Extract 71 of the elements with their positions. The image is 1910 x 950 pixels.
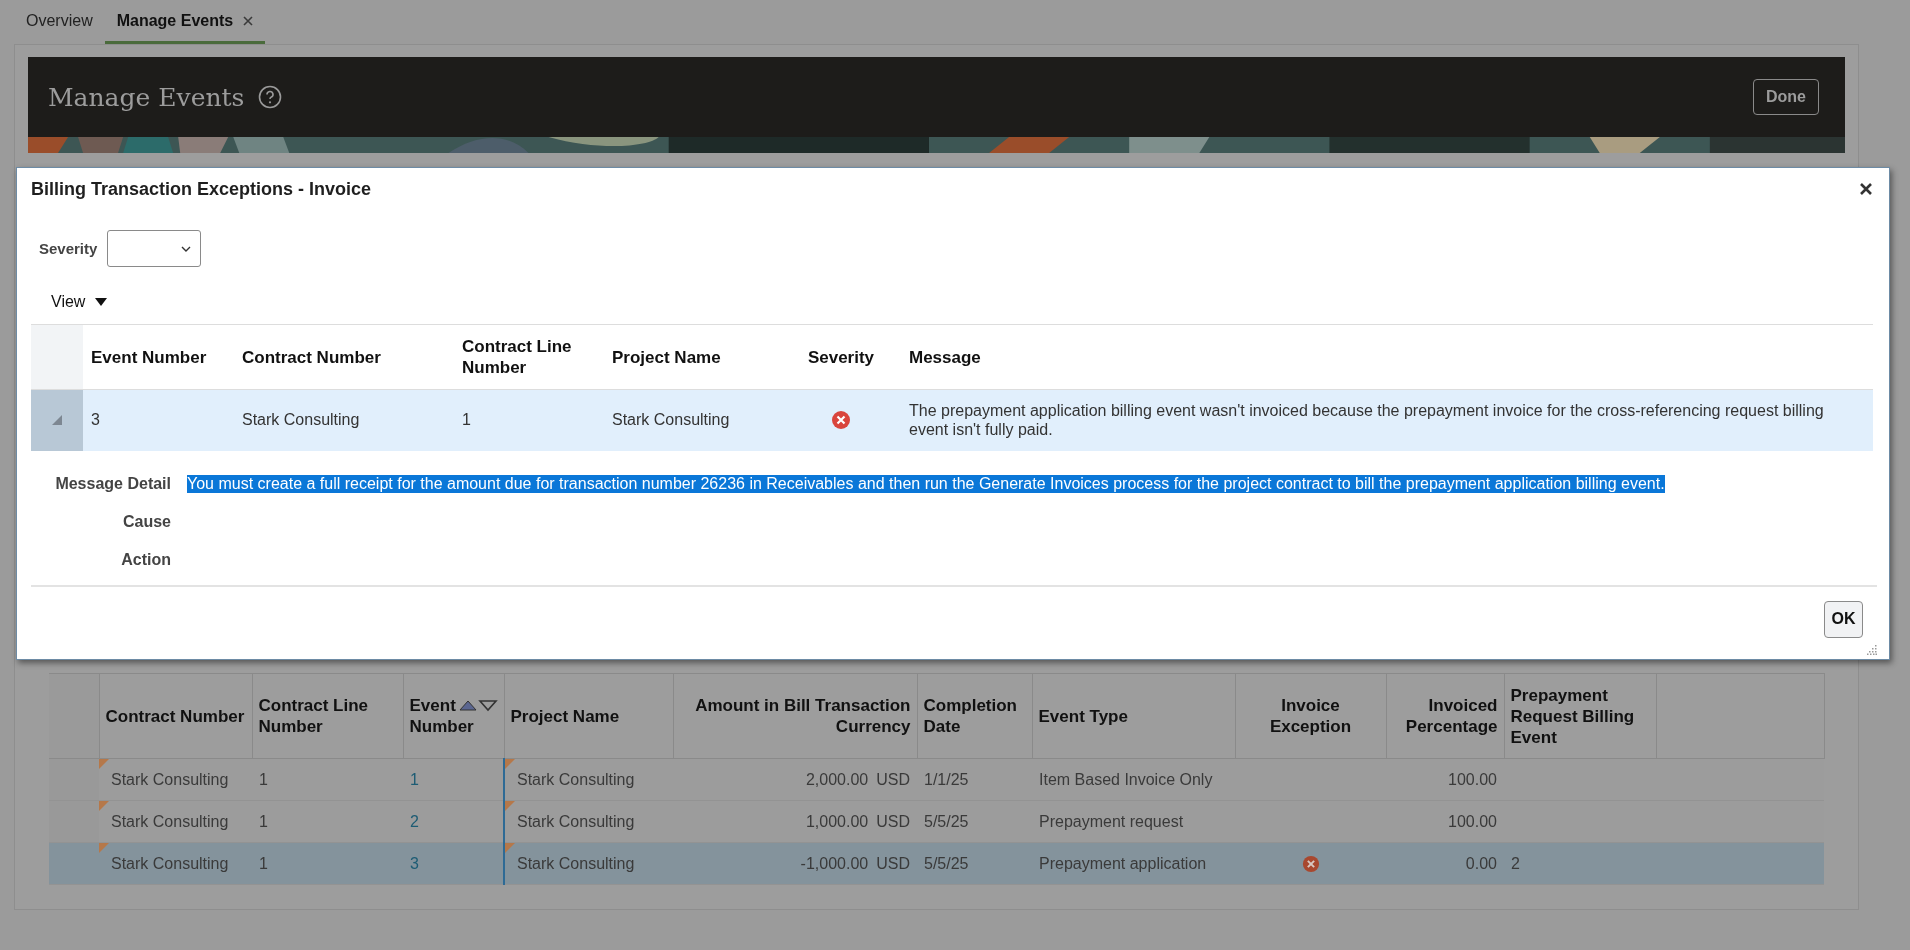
table-cell: Stark Consulting <box>234 389 454 451</box>
field-label: Message Detail <box>54 474 172 493</box>
table-cell: 2 <box>1504 842 1656 885</box>
column-header[interactable]: Invoice Exception <box>1235 673 1386 759</box>
field-label: Severity <box>39 240 98 257</box>
table-cell: 1 <box>252 758 403 801</box>
column-header[interactable]: Event Number <box>83 324 234 390</box>
currency-code: USD <box>876 854 910 872</box>
table-cell: Stark Consulting <box>99 758 252 801</box>
table-cell: Prepayment request <box>1032 800 1235 843</box>
column-header[interactable]: Prepayment Request Billing Event <box>1504 673 1656 759</box>
table-cell: Stark Consulting <box>99 800 252 843</box>
amount-value: 2,000.00 <box>805 770 869 788</box>
help-icon[interactable] <box>258 85 283 109</box>
amount-value: -1,000.00 <box>800 854 869 872</box>
currency-code: USD <box>876 770 910 788</box>
table-cell: Stark Consulting <box>99 842 252 885</box>
table-cell: Item Based Invoice Only <box>1032 758 1235 801</box>
column-header[interactable]: Contract Line Number <box>454 324 604 390</box>
column-header[interactable]: Event Type <box>1032 673 1235 759</box>
field-value: You must create a full receipt for the amount due for transaction number 26236 in Receivables and then run the Generate Invoices process for the project contract to bill the prepayment application billing event. <box>187 474 1665 493</box>
corner-flag-icon <box>505 759 515 769</box>
corner-flag-icon <box>99 801 109 811</box>
close-icon[interactable] <box>1859 182 1873 196</box>
table-cell: 3 <box>83 389 234 451</box>
table-cell: 1 <box>252 800 403 843</box>
table-cell: 0.00 <box>1386 842 1504 885</box>
column-header[interactable]: Project Name <box>604 324 781 390</box>
table-cell: 5/5/25 <box>917 800 1032 843</box>
table-cell: 1 <box>454 389 604 451</box>
column-header[interactable]: Amount in Bill Transaction Currency <box>673 673 917 759</box>
chevron-down-icon[interactable] <box>181 245 192 252</box>
table-cell: 1 <box>252 842 403 885</box>
field-label: Cause <box>121 512 172 531</box>
currency-code: USD <box>876 812 910 830</box>
table-cell: 100.00 <box>1386 758 1504 801</box>
table-row[interactable]: Stark Consulting 1 3 Stark Consulting -1,000.00 USD 5/5/25 Prepayment application 0.00 2 <box>49 842 1824 885</box>
ok-button[interactable]: OK <box>1824 600 1863 638</box>
table-cell: Prepayment application <box>1032 842 1235 885</box>
sort-icon[interactable] <box>457 698 498 712</box>
table-cell: 5/5/25 <box>917 842 1032 885</box>
done-button[interactable]: Done <box>1753 79 1819 115</box>
corner-flag-icon <box>99 843 109 853</box>
column-header[interactable]: Severity <box>781 324 901 390</box>
resize-grip-icon[interactable] <box>1867 645 1877 655</box>
table-cell: 1/1/25 <box>917 758 1032 801</box>
corner-flag-icon <box>505 843 515 853</box>
table-cell: The prepayment application billing event wasn't invoiced because the prepayment invoice for the cross-referencing request billing event isn't fully paid. <box>901 389 1873 451</box>
corner-flag-icon <box>99 759 109 769</box>
column-header[interactable]: Contract Number <box>234 324 454 390</box>
page-title: Manage Events <box>48 82 245 112</box>
tab[interactable]: Overview <box>14 0 105 44</box>
table-cell: 100.00 <box>1386 800 1504 843</box>
dialog-title: Billing Transaction Exceptions - Invoice <box>31 178 372 200</box>
column-header[interactable]: Event Number <box>403 673 504 759</box>
table-cell: Stark Consulting <box>504 842 673 885</box>
column-header[interactable]: Contract Number <box>99 673 252 759</box>
column-header[interactable]: Completion Date <box>917 673 1032 759</box>
column-header[interactable]: Contract Line Number <box>252 673 403 759</box>
column-header[interactable]: Invoiced Percentage <box>1386 673 1504 759</box>
table-row[interactable]: Stark Consulting 1 2 Stark Consulting 1,000.00 USD 5/5/25 Prepayment request 100.00 <box>49 800 1824 843</box>
field-label: Action <box>120 550 172 569</box>
corner-flag-icon <box>505 801 515 811</box>
table-row[interactable]: Stark Consulting 1 1 Stark Consulting 2,000.00 USD 1/1/25 Item Based Invoice Only 100.00 <box>49 758 1824 801</box>
column-header[interactable]: Message <box>901 324 1873 390</box>
view-menu[interactable]: View <box>45 291 114 313</box>
column-header[interactable]: Project Name <box>504 673 673 759</box>
table-cell: Stark Consulting <box>604 389 781 451</box>
amount-value: 1,000.00 <box>805 812 869 830</box>
table-row[interactable]: 3 Stark Consulting 1 Stark Consulting The prepayment application billing event wasn't invoiced because the prepayment invoice for the cross-referencing request billing event isn't fully paid. <box>31 389 1873 451</box>
dropdown-triangle-icon[interactable] <box>95 298 108 306</box>
